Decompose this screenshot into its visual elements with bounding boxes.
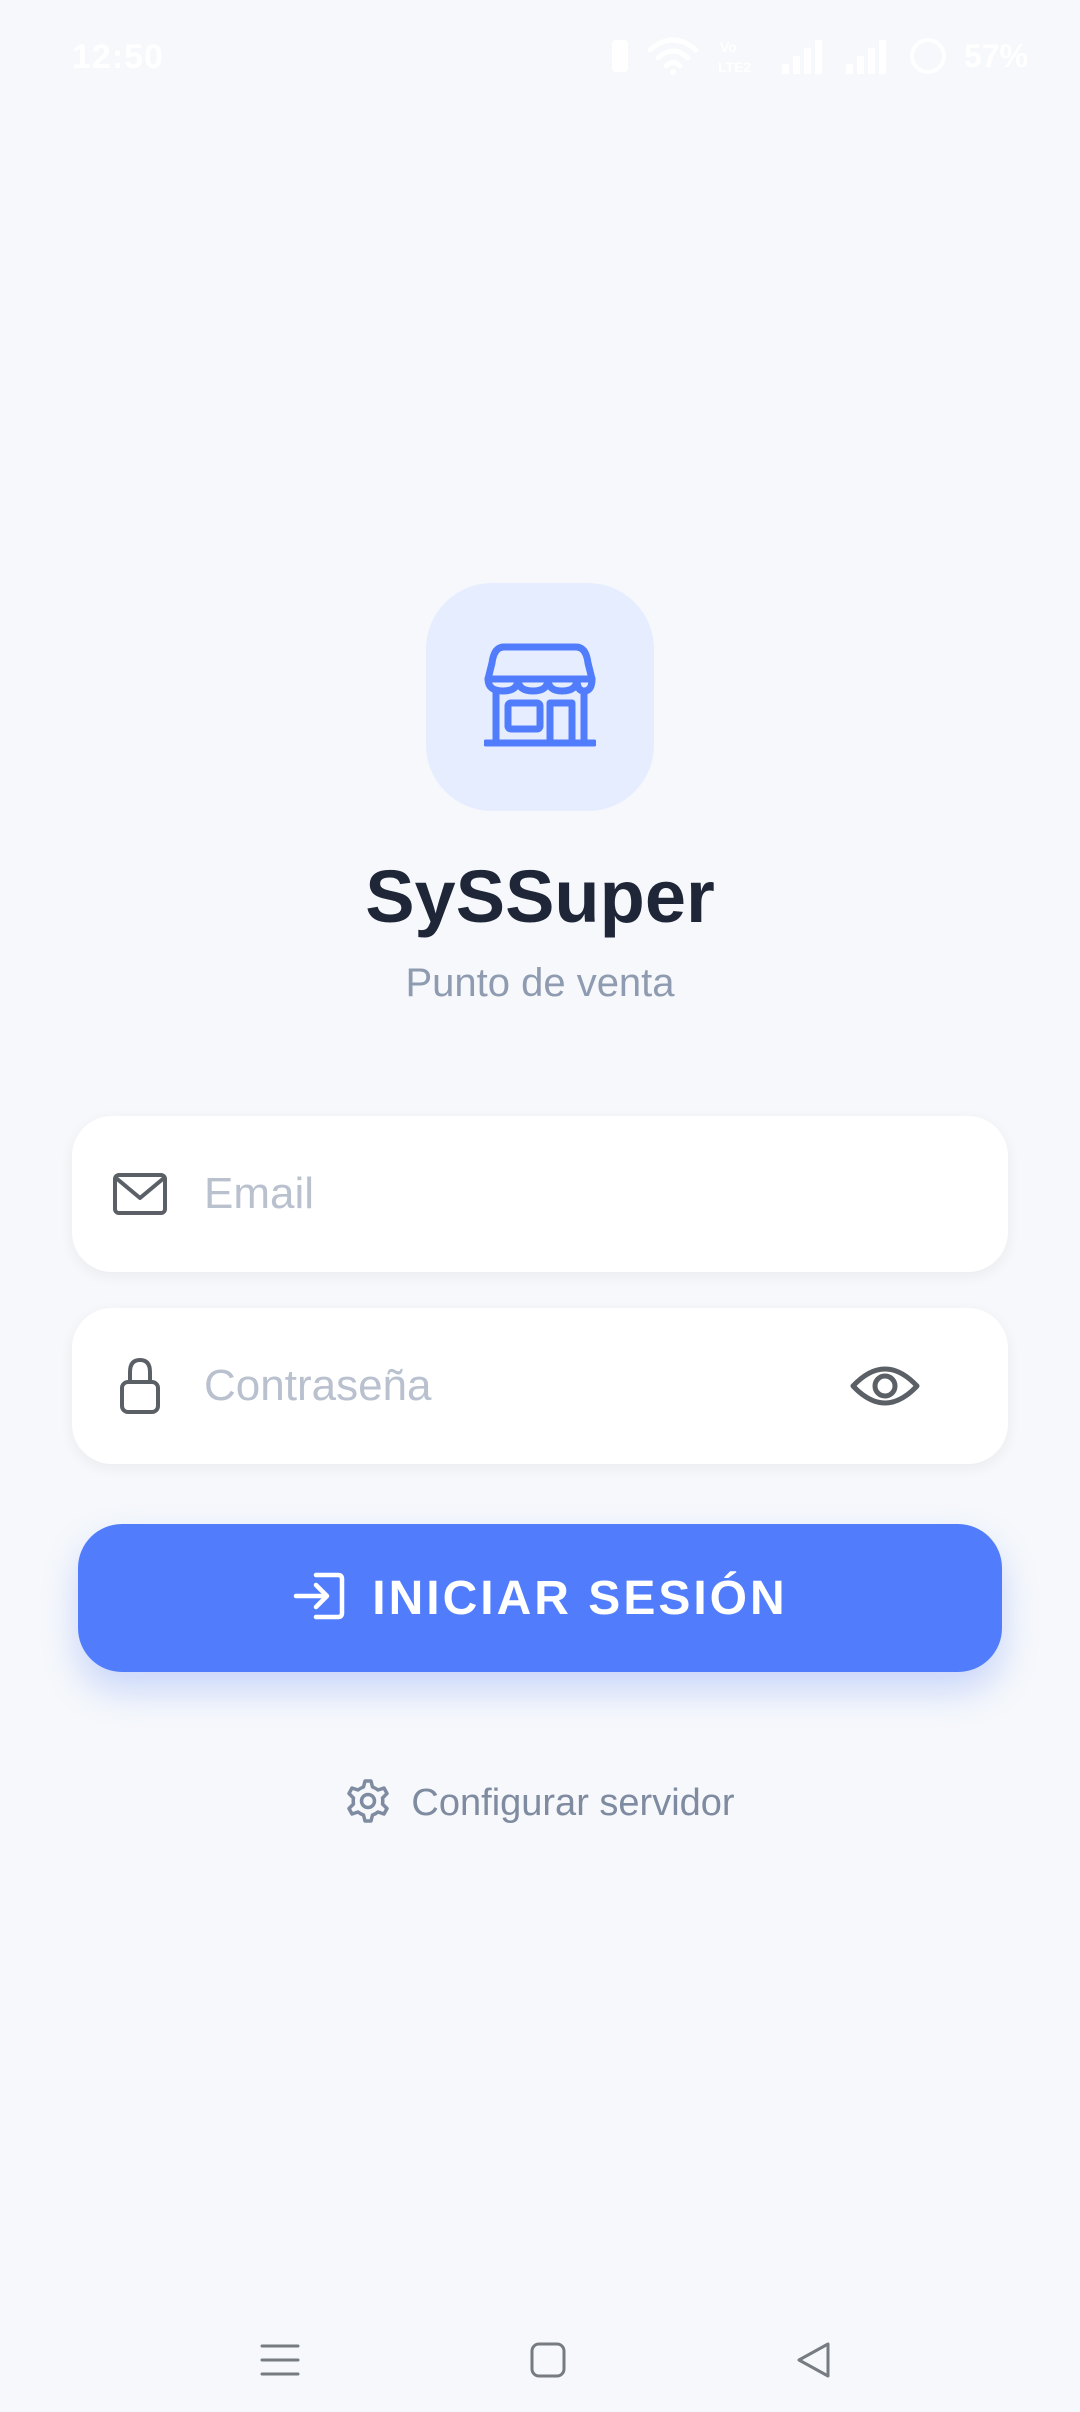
app-subtitle: Punto de venta xyxy=(405,961,675,1005)
svg-text:Vo: Vo xyxy=(720,39,737,55)
system-nav-bar xyxy=(0,2300,1080,2412)
configure-server-link[interactable]: Configurar servidor xyxy=(0,1778,1080,1829)
status-time: 12:50 xyxy=(72,38,164,76)
app-logo xyxy=(426,583,654,811)
nav-home-button[interactable] xyxy=(508,2322,588,2402)
battery-saver-icon xyxy=(610,38,630,74)
status-bar: 12:50 Vo LTE2 57% xyxy=(0,0,1080,120)
login-arrow-icon xyxy=(292,1571,346,1626)
storefront-icon xyxy=(482,643,598,752)
nav-back-button[interactable] xyxy=(774,2322,854,2402)
email-input[interactable] xyxy=(204,1116,878,1272)
signal-2-icon xyxy=(844,36,892,76)
home-square-icon xyxy=(529,2341,567,2384)
volte-icon: Vo LTE2 xyxy=(716,36,764,76)
password-input[interactable] xyxy=(204,1308,878,1464)
svg-text:LTE2: LTE2 xyxy=(718,59,751,75)
status-icons: Vo LTE2 57% xyxy=(610,36,1028,76)
email-field[interactable] xyxy=(72,1116,1008,1272)
login-button-label: INICIAR SESIÓN xyxy=(372,1571,788,1625)
battery-percent: 57% xyxy=(963,37,1028,74)
app-name: SySSuper xyxy=(365,855,715,938)
battery-ring-icon xyxy=(908,36,948,76)
eye-icon[interactable] xyxy=(850,1364,920,1408)
login-button[interactable]: INICIAR SESIÓN xyxy=(78,1524,1002,1672)
envelope-icon xyxy=(112,1172,168,1216)
gear-icon xyxy=(345,1778,391,1829)
lock-icon xyxy=(112,1356,168,1416)
back-triangle-icon xyxy=(794,2340,834,2385)
signal-1-icon xyxy=(780,36,828,76)
password-field[interactable] xyxy=(72,1308,1008,1464)
configure-server-label: Configurar servidor xyxy=(411,1782,735,1824)
nav-menu-button[interactable] xyxy=(240,2322,320,2402)
wifi-icon xyxy=(646,36,700,76)
menu-icon xyxy=(260,2342,300,2383)
